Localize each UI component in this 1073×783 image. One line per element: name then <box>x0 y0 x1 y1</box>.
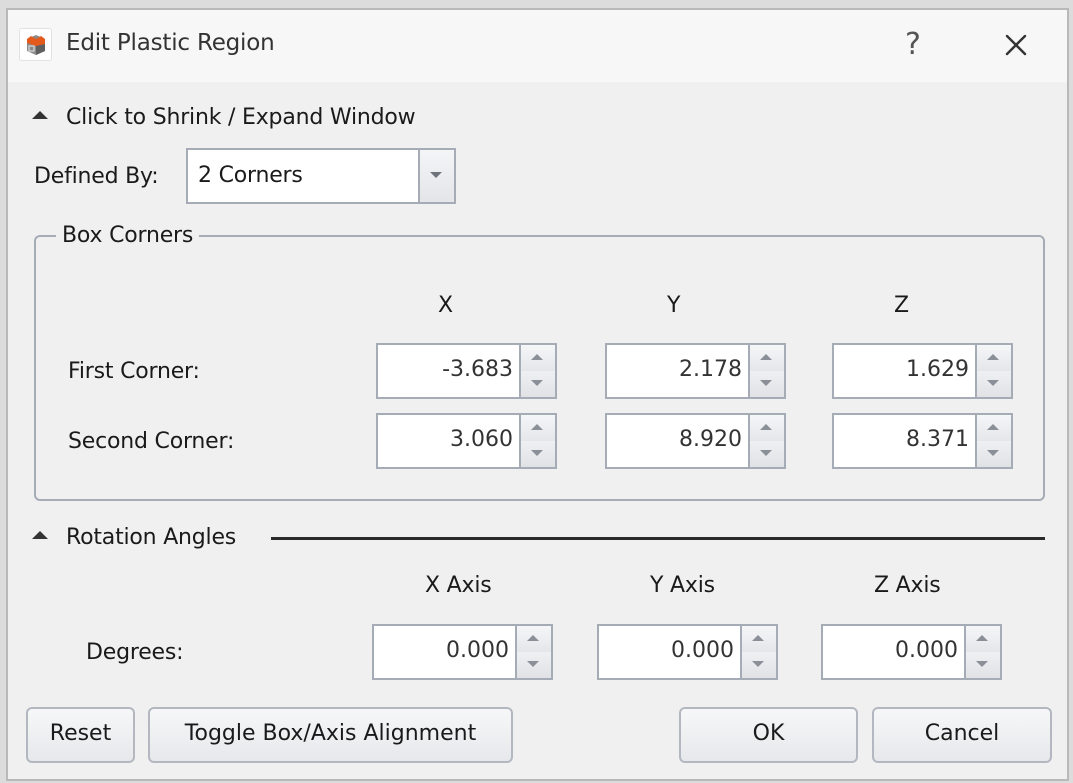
spin-buttons <box>519 345 555 397</box>
spin-buttons <box>519 415 555 467</box>
rotation-angles-toggle[interactable]: Rotation Angles <box>32 520 236 554</box>
window-title: Edit Plastic Region <box>66 30 275 56</box>
help-button[interactable]: ? <box>896 26 930 64</box>
arrow-up-icon <box>760 354 772 360</box>
arrow-down-icon <box>531 380 543 386</box>
increment-button[interactable] <box>750 345 784 371</box>
defined-by-select[interactable]: 2 Corners <box>186 148 456 204</box>
shrink-expand-label: Click to Shrink / Expand Window <box>66 104 416 130</box>
ok-button[interactable]: OK <box>679 707 858 763</box>
arrow-down-icon <box>976 661 988 667</box>
column-header-z-axis: Z Axis <box>874 573 941 598</box>
defined-by-value: 2 Corners <box>198 163 303 188</box>
rotation-x-spinbox[interactable]: 0.000 <box>372 624 553 680</box>
collapse-triangle-up-icon <box>32 111 48 119</box>
first-corner-label: First Corner: <box>68 359 200 384</box>
arrow-up-icon <box>531 354 543 360</box>
arrow-down-icon <box>987 450 999 456</box>
arrow-down-icon <box>527 661 539 667</box>
increment-button[interactable] <box>742 626 776 652</box>
close-icon <box>1005 34 1027 56</box>
spin-buttons <box>740 626 776 678</box>
arrow-down-icon <box>760 380 772 386</box>
second-corner-x-value[interactable]: 3.060 <box>450 427 513 452</box>
first-corner-y-value[interactable]: 2.178 <box>679 357 742 382</box>
increment-button[interactable] <box>517 626 551 652</box>
spin-buttons <box>748 415 784 467</box>
spin-buttons <box>975 345 1011 397</box>
edit-plastic-region-dialog: Edit Plastic Region ? Click to Shrink / … <box>6 8 1069 781</box>
reset-button[interactable]: Reset <box>26 707 135 763</box>
increment-button[interactable] <box>977 415 1011 441</box>
decrement-button[interactable] <box>521 441 555 467</box>
arrow-up-icon <box>987 424 999 430</box>
second-corner-y-value[interactable]: 8.920 <box>679 427 742 452</box>
first-corner-x-spinbox[interactable]: -3.683 <box>376 343 557 399</box>
decrement-button[interactable] <box>750 371 784 397</box>
defined-by-label: Defined By: <box>34 164 159 189</box>
column-header-y: Y <box>667 293 681 318</box>
toggle-box-axis-alignment-button[interactable]: Toggle Box/Axis Alignment <box>148 707 513 763</box>
arrow-up-icon <box>760 424 772 430</box>
plastic-region-box-icon <box>19 28 52 61</box>
decrement-button[interactable] <box>750 441 784 467</box>
section-divider <box>271 537 1045 540</box>
cancel-button[interactable]: Cancel <box>872 707 1052 763</box>
first-corner-y-spinbox[interactable]: 2.178 <box>605 343 786 399</box>
decrement-button[interactable] <box>966 652 1000 678</box>
spin-buttons <box>964 626 1000 678</box>
increment-button[interactable] <box>750 415 784 441</box>
title-bar: Edit Plastic Region ? <box>8 10 1067 82</box>
arrow-up-icon <box>752 635 764 641</box>
rotation-y-value[interactable]: 0.000 <box>671 638 734 663</box>
second-corner-z-value[interactable]: 8.371 <box>906 427 969 452</box>
degrees-label: Degrees: <box>86 640 184 665</box>
rotation-y-spinbox[interactable]: 0.000 <box>597 624 778 680</box>
first-corner-x-value[interactable]: -3.683 <box>442 357 513 382</box>
second-corner-y-spinbox[interactable]: 8.920 <box>605 413 786 469</box>
rotation-angles-title: Rotation Angles <box>66 524 237 550</box>
spin-buttons <box>975 415 1011 467</box>
decrement-button[interactable] <box>742 652 776 678</box>
first-corner-z-spinbox[interactable]: 1.629 <box>832 343 1013 399</box>
arrow-up-icon <box>976 635 988 641</box>
decrement-button[interactable] <box>977 441 1011 467</box>
column-header-z: Z <box>894 293 909 318</box>
collapse-triangle-up-icon <box>32 531 48 539</box>
decrement-button[interactable] <box>977 371 1011 397</box>
spin-buttons <box>748 345 784 397</box>
spin-buttons <box>515 626 551 678</box>
rotation-z-value[interactable]: 0.000 <box>895 638 958 663</box>
close-button[interactable] <box>998 26 1034 64</box>
decrement-button[interactable] <box>521 371 555 397</box>
increment-button[interactable] <box>521 345 555 371</box>
box-corners-group: Box Corners X Y Z First Corner: Second C… <box>34 223 1045 501</box>
second-corner-x-spinbox[interactable]: 3.060 <box>376 413 557 469</box>
increment-button[interactable] <box>966 626 1000 652</box>
arrow-up-icon <box>527 635 539 641</box>
rotation-z-spinbox[interactable]: 0.000 <box>821 624 1002 680</box>
column-header-y-axis: Y Axis <box>650 573 715 598</box>
arrow-down-icon <box>987 380 999 386</box>
shrink-expand-toggle[interactable]: Click to Shrink / Expand Window <box>32 100 416 134</box>
arrow-up-icon <box>987 354 999 360</box>
second-corner-label: Second Corner: <box>68 429 235 454</box>
second-corner-z-spinbox[interactable]: 8.371 <box>832 413 1013 469</box>
arrow-down-icon <box>752 661 764 667</box>
arrow-up-icon <box>531 424 543 430</box>
decrement-button[interactable] <box>517 652 551 678</box>
arrow-down-icon <box>760 450 772 456</box>
arrow-down-icon <box>531 450 543 456</box>
increment-button[interactable] <box>521 415 555 441</box>
chevron-down-icon <box>430 172 442 178</box>
column-header-x-axis: X Axis <box>425 573 492 598</box>
rotation-x-value[interactable]: 0.000 <box>446 638 509 663</box>
first-corner-z-value[interactable]: 1.629 <box>906 357 969 382</box>
defined-by-dropdown-button[interactable] <box>418 150 454 202</box>
column-header-x: X <box>438 293 453 318</box>
box-corners-title: Box Corners <box>56 223 200 248</box>
increment-button[interactable] <box>977 345 1011 371</box>
